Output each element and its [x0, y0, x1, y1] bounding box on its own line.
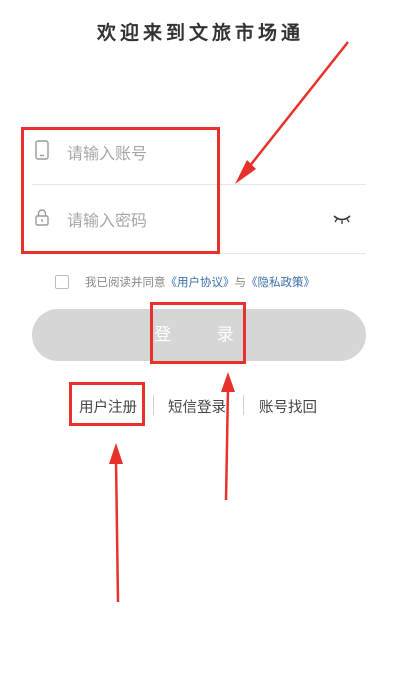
annotation-arrow: [224, 387, 230, 501]
annotation-arrowhead: [109, 443, 123, 464]
annotation-arrow: [114, 459, 120, 603]
annotation-arrows: [109, 41, 349, 603]
login-screen: 欢迎来到文旅市场通 请输入账号 请输入密码 我已阅读并同意 《用户协议》 与 《…: [0, 0, 401, 700]
annotation-arrow: [244, 41, 349, 173]
annotation-arrowhead: [221, 372, 235, 392]
